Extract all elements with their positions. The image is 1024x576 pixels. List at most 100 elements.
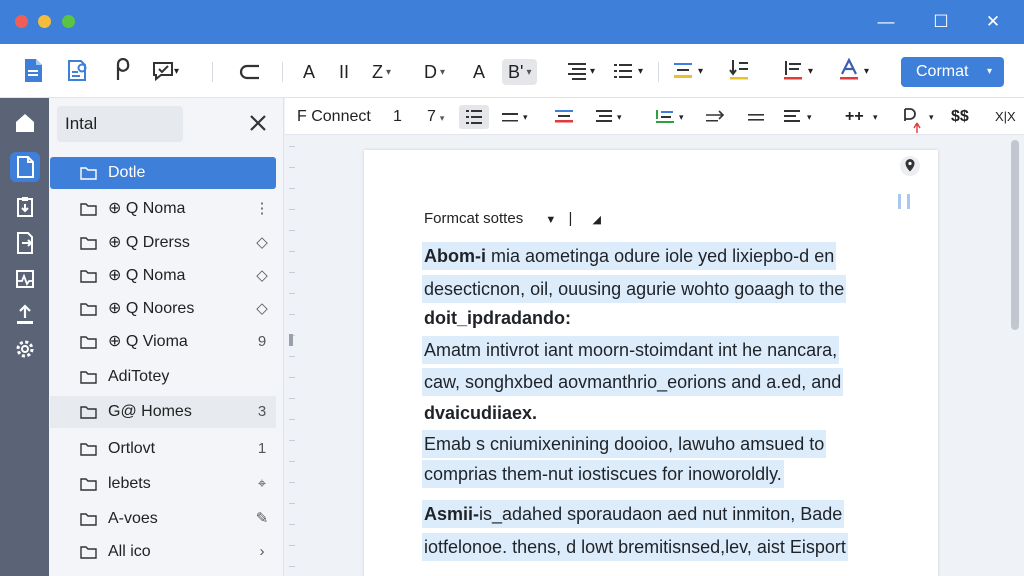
sidebar-item[interactable]: ⊕ Q Noores ◇ <box>50 293 276 325</box>
settings-gear-icon[interactable] <box>10 334 40 364</box>
title-bar: — ☐ ✕ <box>0 0 1024 44</box>
sidebar-search-input[interactable] <box>57 106 183 142</box>
document-line[interactable]: Emab s cniumixenining dooioo, lawuho ams… <box>422 430 827 458</box>
sidebar-item[interactable]: Dotle <box>50 157 276 189</box>
ruler-marker[interactable] <box>289 334 293 346</box>
document-canvas: Formcat sottes ▼ | ◢ Abom-i mia aometing… <box>285 136 1024 576</box>
bold-lead-text: Abom-i <box>424 246 486 266</box>
folder-icon <box>80 513 97 526</box>
document-line[interactable]: Amatm intivrot iant moorn-stoimdant int … <box>422 336 840 364</box>
text-color-lines-icon[interactable] <box>782 58 804 82</box>
minimize-button[interactable]: — <box>873 10 899 34</box>
font-size-select[interactable]: 7 ▾ <box>427 105 444 129</box>
sidebar-item-label: ⊕ Q Vioma <box>108 333 188 350</box>
italic-style-button[interactable]: II <box>334 59 354 85</box>
undo-icon[interactable] <box>238 59 262 85</box>
comment-icon[interactable] <box>152 58 174 84</box>
highlight-lines-icon[interactable] <box>672 60 694 82</box>
font-z-button[interactable]: Z ▾ <box>372 59 391 85</box>
home-icon[interactable] <box>10 108 40 138</box>
color-lines-icon[interactable] <box>653 105 677 129</box>
document-line[interactable]: doit_ipdradando: <box>422 304 573 332</box>
currency-button[interactable]: $$ <box>951 105 969 129</box>
chevron-down-icon[interactable]: ▾ <box>873 105 878 129</box>
chevron-down-icon[interactable]: ▾ <box>929 105 934 129</box>
document-settings-icon[interactable] <box>66 58 90 84</box>
chevron-down-icon[interactable]: ▾ <box>698 59 703 85</box>
divider <box>658 62 659 82</box>
paragraph-align-icon[interactable] <box>593 105 615 129</box>
sidebar-item[interactable]: ⊕ Q Noma ⋮ <box>50 193 276 225</box>
scrollbar-thumb[interactable] <box>1011 140 1019 330</box>
sidebar-item[interactable]: All ico › <box>50 536 276 568</box>
upload-icon[interactable] <box>10 300 40 330</box>
indent-arrow-icon[interactable] <box>703 105 727 129</box>
text-highlight-icon[interactable] <box>553 105 575 129</box>
activity-icon[interactable] <box>10 264 40 294</box>
sidebar-item-badge: ⋮ <box>254 200 270 217</box>
document-line[interactable]: caw, songhxbed aovmanthrio_eorions and a… <box>422 368 844 396</box>
chevron-down-icon[interactable]: ▾ <box>679 105 684 129</box>
clear-format-button[interactable]: X|X <box>995 105 1016 129</box>
chevron-down-icon[interactable]: ▾ <box>808 59 813 85</box>
document-icon[interactable] <box>22 58 44 84</box>
numbered-list-icon[interactable] <box>459 105 489 129</box>
spacing-icon[interactable] <box>745 105 767 129</box>
document-line[interactable]: desecticnon, oil, ouusing agurie wohto g… <box>422 275 847 303</box>
comment-dropdown-chevron-icon[interactable]: ▾ <box>174 59 179 85</box>
increase-button[interactable]: ++ <box>845 105 864 129</box>
close-window-button[interactable]: ✕ <box>980 10 1006 34</box>
sidebar-item[interactable]: AdiTotey <box>50 361 276 393</box>
document-page[interactable]: Formcat sottes ▼ | ◢ Abom-i mia aometing… <box>364 150 938 576</box>
bullet-list-icon[interactable] <box>612 60 634 82</box>
font-size-1-button[interactable]: 1 <box>393 105 402 129</box>
chevron-down-icon[interactable]: ▾ <box>807 105 812 129</box>
font-family-select[interactable]: F Connect <box>297 105 371 129</box>
mac-close-button[interactable] <box>15 15 28 28</box>
sidebar-item[interactable]: A-voes ✎ <box>50 503 276 535</box>
folder-icon <box>80 478 97 491</box>
navigation-rail <box>0 98 49 576</box>
chevron-down-icon[interactable]: ▾ <box>864 59 869 85</box>
mac-zoom-button[interactable] <box>62 15 75 28</box>
bold-style-button[interactable]: B' ▾ <box>502 59 538 85</box>
close-sidebar-icon[interactable] <box>245 110 271 136</box>
export-icon[interactable] <box>10 228 40 258</box>
format-painter-icon[interactable] <box>112 58 132 84</box>
sidebar-item[interactable]: lebets ⌖ <box>50 468 276 500</box>
font-color-a-button[interactable]: A <box>470 59 488 85</box>
document-line[interactable]: dvaicudiiaex. <box>422 399 539 427</box>
horizontal-rule-icon[interactable] <box>499 105 521 129</box>
font-d-button[interactable]: D ▾ <box>424 59 445 85</box>
style-selector[interactable]: Formcat sottes ▼ | ◢ <box>424 210 601 227</box>
sidebar-item[interactable]: ⊕ Q Vioma 9 <box>50 326 276 358</box>
divider <box>212 62 213 82</box>
folder-icon <box>80 237 97 250</box>
document-line[interactable]: iotfelonoe. thens, d lowt bremitisnsed,l… <box>422 533 848 561</box>
align-left-icon[interactable] <box>781 105 803 129</box>
chevron-down-icon[interactable]: ▾ <box>638 59 643 85</box>
line-spacing-icon[interactable] <box>728 58 750 82</box>
chevron-down-icon[interactable]: ▾ <box>590 59 595 85</box>
chevron-down-icon: ▼ <box>545 214 557 226</box>
documents-icon[interactable] <box>10 152 40 182</box>
document-line[interactable]: Abom-i mia aometinga odure iole yed lixi… <box>422 242 837 270</box>
document-line[interactable]: Asmii-is_adahed sporaudaon aed nut inmit… <box>422 500 845 528</box>
sidebar-item[interactable]: Ortlovt 1 <box>50 433 276 465</box>
maximize-button[interactable]: ☐ <box>928 10 954 34</box>
folder-icon <box>80 167 97 180</box>
document-line[interactable]: comprias them-nut iostiscues for inoworo… <box>422 460 784 488</box>
chevron-down-icon[interactable]: ▾ <box>617 105 622 129</box>
clipboard-icon[interactable] <box>10 192 40 222</box>
sidebar-item[interactable]: ⊕ Q Noma ◇ <box>50 260 276 292</box>
mac-minimize-button[interactable] <box>38 15 51 28</box>
font-a-button[interactable]: A <box>300 59 318 85</box>
font-color-icon[interactable] <box>838 58 860 82</box>
sidebar-item[interactable]: ⊕ Q Drerss ◇ <box>50 227 276 259</box>
cormat-button[interactable]: Cormat ▾ <box>901 57 1004 87</box>
cursor-marker-icon[interactable] <box>901 105 925 135</box>
location-pin-icon[interactable] <box>899 154 921 178</box>
sidebar-item[interactable]: G@ Homes 3 <box>50 396 276 428</box>
align-list-icon[interactable] <box>566 60 588 82</box>
chevron-down-icon[interactable]: ▾ <box>523 105 528 129</box>
